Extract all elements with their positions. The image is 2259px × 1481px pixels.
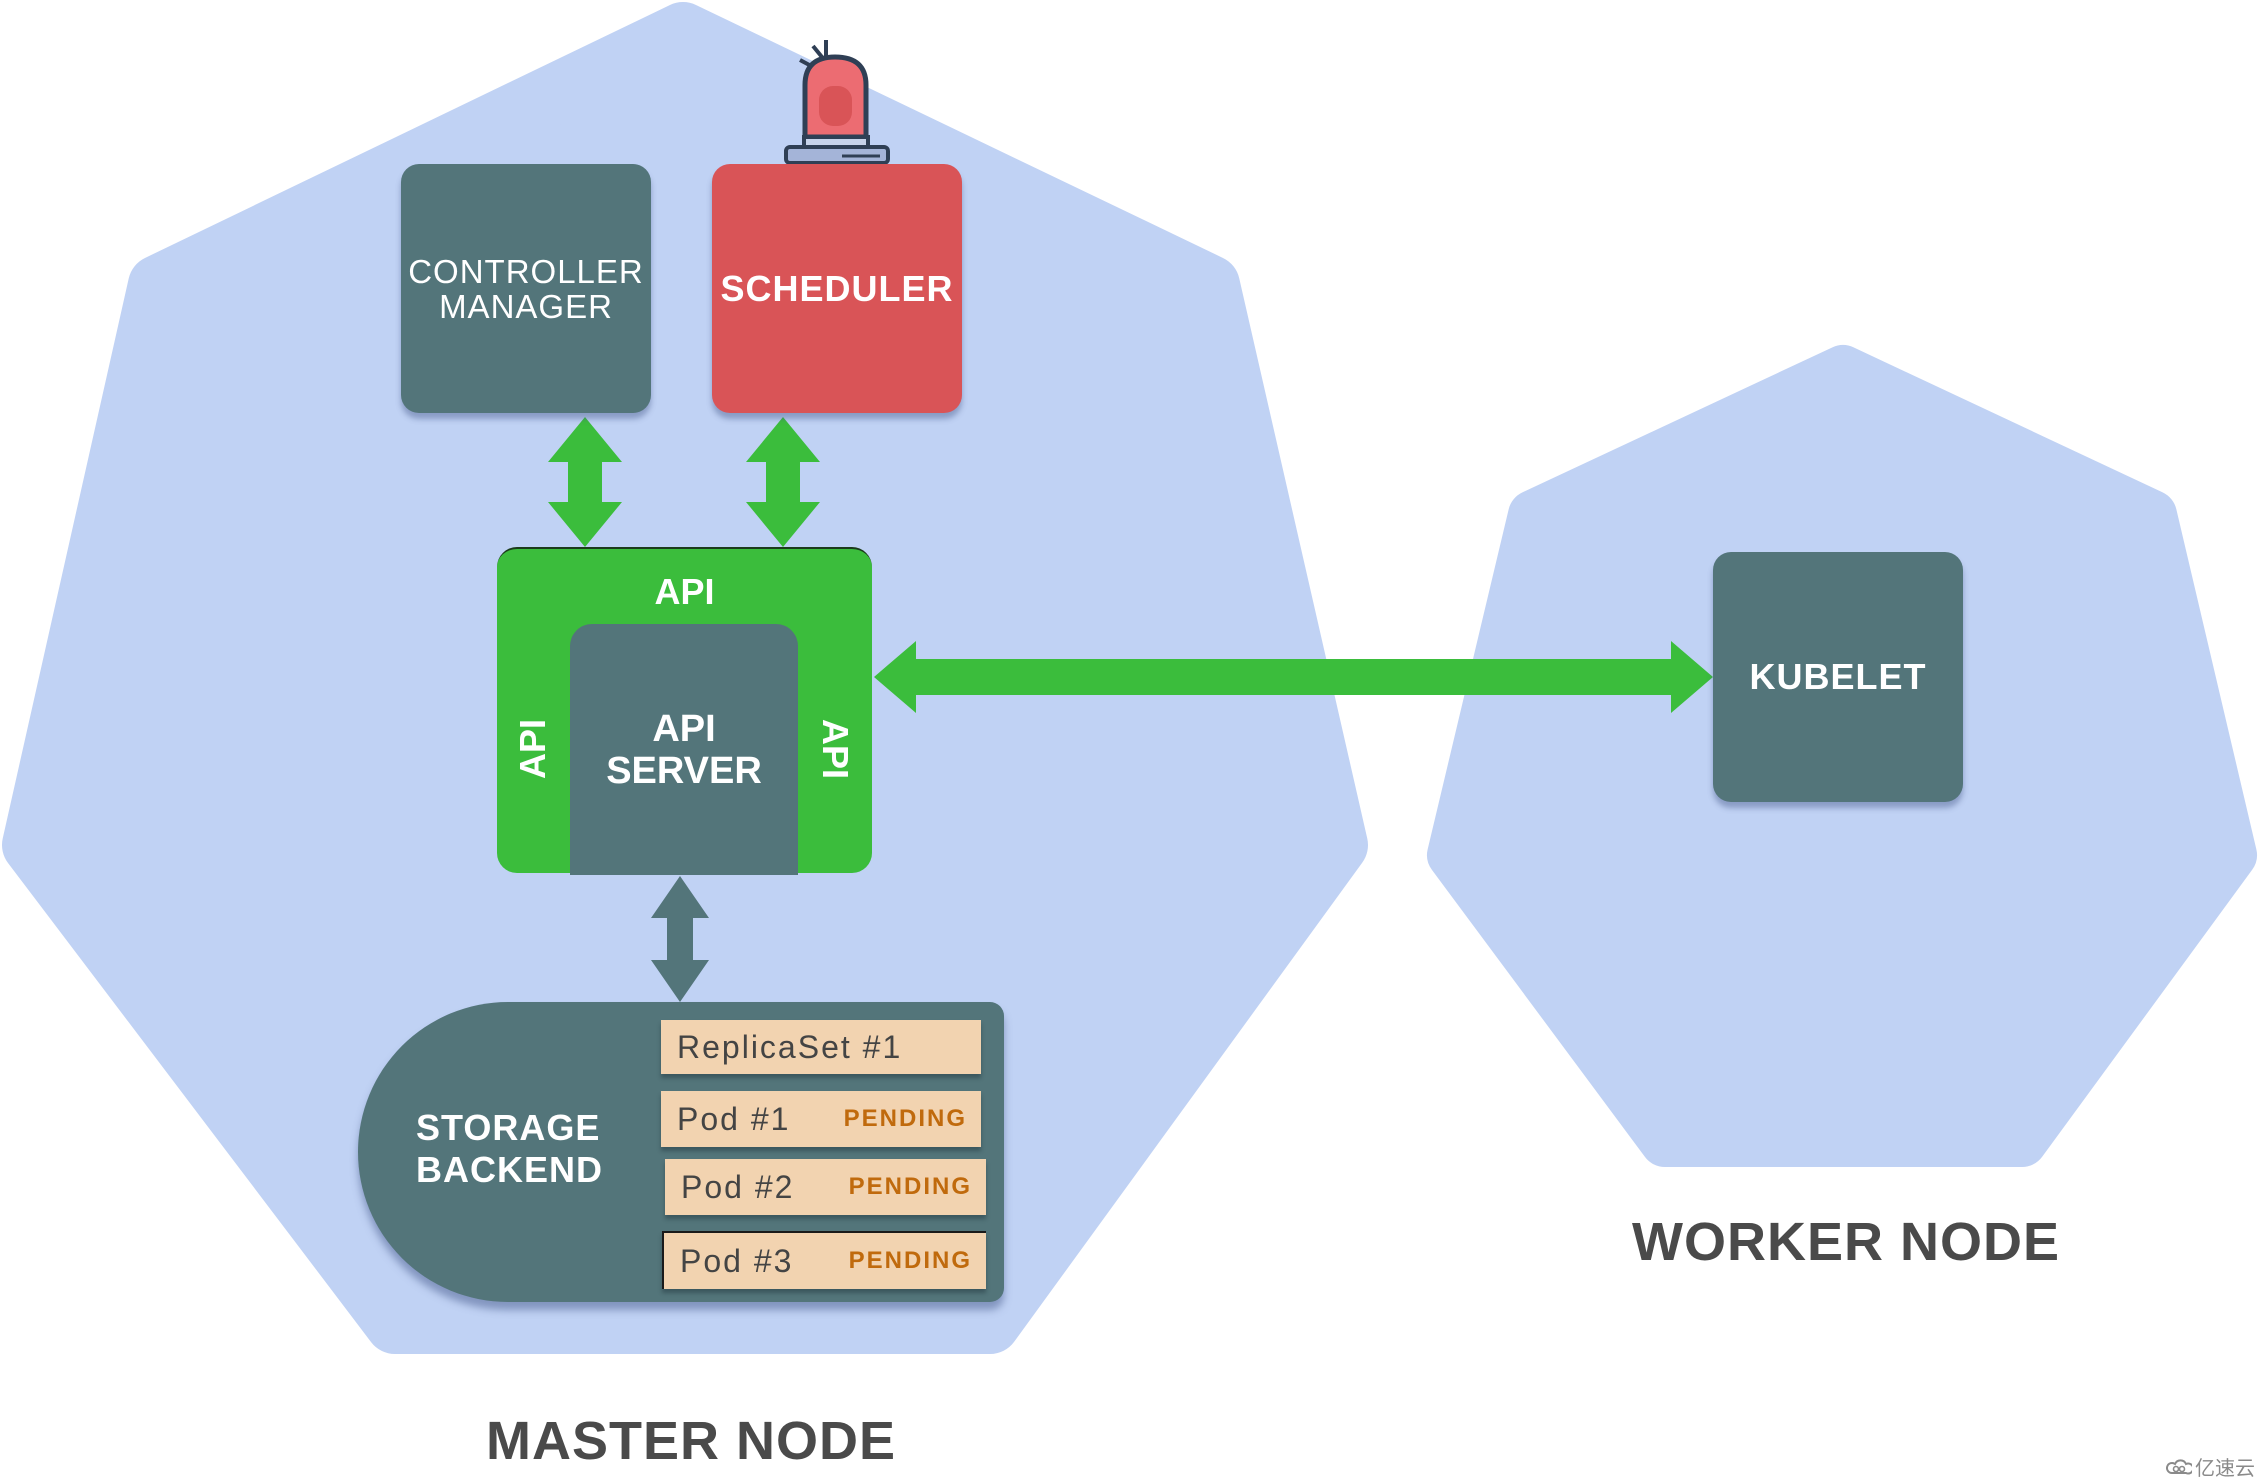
master-node-label: MASTER NODE xyxy=(486,1411,897,1471)
watermark-text: 亿速云 xyxy=(2195,1458,2255,1480)
api-left-label: API xyxy=(512,718,553,780)
watermark: 亿速云 xyxy=(2166,1452,2255,1481)
status-badge: PENDING xyxy=(848,1247,972,1274)
row-title: Pod #1 xyxy=(677,1100,791,1137)
storage-row-pod-3: Pod #3 PENDING xyxy=(662,1231,986,1289)
row-title: Pod #3 xyxy=(680,1242,794,1279)
api-server-frame: API API API API SERVER xyxy=(497,547,872,875)
status-badge: PENDING xyxy=(843,1105,967,1132)
storage-label-line1: STORAGE xyxy=(416,1107,601,1148)
api-server-label-line1: API xyxy=(652,707,716,750)
controller-manager-label-line2: MANAGER xyxy=(439,287,613,325)
status-badge: PENDING xyxy=(848,1173,972,1200)
row-title: ReplicaSet #1 xyxy=(677,1028,903,1065)
storage-backend: STORAGE BACKEND ReplicaSet #1 Pod #1 PEN… xyxy=(358,1002,1004,1302)
storage-row-pod-1: Pod #1 PENDING xyxy=(661,1091,981,1147)
worker-node-label: WORKER NODE xyxy=(1632,1212,2060,1272)
api-server-label-line2: SERVER xyxy=(606,749,762,792)
kubelet-label: KUBELET xyxy=(1749,656,1927,697)
api-right-label: API xyxy=(815,718,856,780)
api-top-label: API xyxy=(654,571,715,612)
api-server-box: API SERVER xyxy=(570,624,798,875)
storage-row-replicaset: ReplicaSet #1 xyxy=(661,1020,981,1074)
controller-manager-label-line1: CONTROLLER xyxy=(408,252,644,290)
storage-backend-label: STORAGE BACKEND xyxy=(416,1107,603,1191)
row-title: Pod #2 xyxy=(681,1168,795,1205)
kubelet-box: KUBELET xyxy=(1713,552,1963,802)
controller-manager-box: CONTROLLER MANAGER xyxy=(401,164,651,413)
cloud-logo-icon xyxy=(2166,1458,2192,1474)
scheduler-label: SCHEDULER xyxy=(720,267,954,309)
storage-row-pod-2: Pod #2 PENDING xyxy=(665,1159,986,1215)
storage-label-line2: BACKEND xyxy=(416,1149,603,1190)
scheduler-box: SCHEDULER xyxy=(712,164,962,413)
